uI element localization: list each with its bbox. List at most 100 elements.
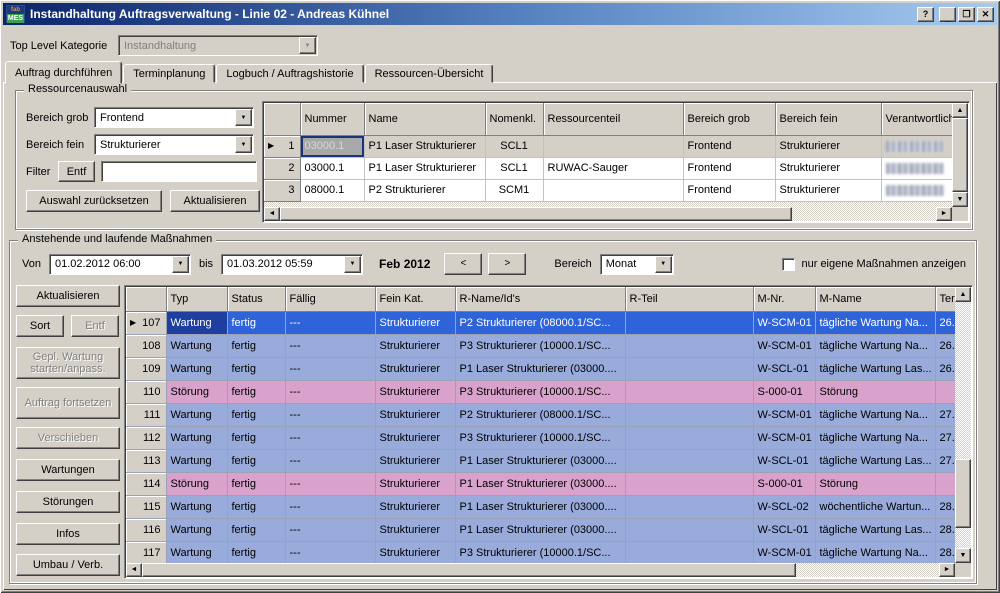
cell-r-name[interactable]: P1 Laser Strukturierer (03000.... bbox=[455, 472, 625, 495]
col-bereich-grob[interactable]: Bereich grob bbox=[683, 103, 775, 135]
cell-faellig[interactable]: --- bbox=[285, 449, 375, 472]
chevron-down-icon[interactable]: ▼ bbox=[235, 109, 252, 126]
cell-faellig[interactable]: --- bbox=[285, 541, 375, 563]
wartungen-button[interactable]: Wartungen bbox=[16, 459, 120, 481]
row-header[interactable]: 109 bbox=[126, 357, 166, 380]
cell-m-name[interactable]: tägliche Wartung Las... bbox=[815, 357, 935, 380]
cell-typ[interactable]: Störung bbox=[166, 380, 227, 403]
cell-status[interactable]: fertig bbox=[227, 311, 285, 334]
cell-typ[interactable]: Wartung bbox=[166, 449, 227, 472]
cell-faellig[interactable]: --- bbox=[285, 357, 375, 380]
row-header[interactable]: 115 bbox=[126, 495, 166, 518]
cell-termin[interactable]: 28.0 bbox=[935, 495, 955, 518]
cell-r-name[interactable]: P1 Laser Strukturierer (03000.... bbox=[455, 495, 625, 518]
cell-m-nr[interactable]: W-SCL-01 bbox=[753, 449, 815, 472]
cell-faellig[interactable]: --- bbox=[285, 426, 375, 449]
cell-fein-kat[interactable]: Strukturierer bbox=[375, 472, 455, 495]
cell-ressourcenteil[interactable]: RUWAC-Sauger bbox=[543, 157, 683, 179]
cell-ressourcenteil[interactable] bbox=[543, 135, 683, 157]
bereich-select[interactable]: Monat ▼ bbox=[600, 254, 674, 275]
table-row[interactable]: 108 Wartung fertig --- Strukturierer P3 … bbox=[126, 334, 955, 357]
umbau-verb-button[interactable]: Umbau / Verb. bbox=[16, 554, 120, 576]
tab[interactable]: Logbuch / Auftragshistorie bbox=[216, 64, 363, 83]
table-row[interactable]: 116 Wartung fertig --- Strukturierer P1 … bbox=[126, 518, 955, 541]
cell-r-teil[interactable] bbox=[625, 334, 753, 357]
col-verantwortlich[interactable]: Verantwortlich bbox=[881, 103, 952, 135]
minimize-button[interactable]: _ bbox=[939, 7, 956, 22]
cell-typ[interactable]: Wartung bbox=[166, 541, 227, 563]
cell-status[interactable]: fertig bbox=[227, 426, 285, 449]
tab[interactable]: Ressourcen-Übersicht bbox=[365, 64, 494, 83]
cell-fein-kat[interactable]: Strukturierer bbox=[375, 403, 455, 426]
cell-typ[interactable]: Wartung bbox=[166, 518, 227, 541]
table-row[interactable]: ▶1 03000.1 P1 Laser Strukturierer SCL1 F… bbox=[264, 135, 952, 157]
help-button[interactable]: ? bbox=[917, 7, 934, 22]
cell-termin[interactable]: 27.0 bbox=[935, 449, 955, 472]
horizontal-scrollbar[interactable]: ◄ ► bbox=[264, 207, 952, 221]
cell-bereich-grob[interactable]: Frontend bbox=[683, 179, 775, 201]
cell-m-nr[interactable]: W-SCM-01 bbox=[753, 311, 815, 334]
cell-m-nr[interactable]: W-SCL-01 bbox=[753, 518, 815, 541]
cell-ressourcenteil[interactable] bbox=[543, 179, 683, 201]
cell-m-name[interactable]: tägliche Wartung Na... bbox=[815, 334, 935, 357]
table-row[interactable]: 110 Störung fertig --- Strukturierer P3 … bbox=[126, 380, 955, 403]
row-header[interactable]: 112 bbox=[126, 426, 166, 449]
col-ressourcenteil[interactable]: Ressourcenteil bbox=[543, 103, 683, 135]
scroll-left-icon[interactable]: ◄ bbox=[126, 563, 142, 577]
cell-r-teil[interactable] bbox=[625, 380, 753, 403]
cell-m-nr[interactable]: W-SCM-01 bbox=[753, 403, 815, 426]
cell-r-name[interactable]: P2 Strukturierer (08000.1/SC... bbox=[455, 311, 625, 334]
cell-m-name[interactable]: tägliche Wartung Na... bbox=[815, 426, 935, 449]
scrollbar-track[interactable] bbox=[142, 563, 939, 577]
cell-nummer[interactable]: 08000.1 bbox=[300, 179, 364, 201]
cell-m-nr[interactable]: W-SCM-01 bbox=[753, 334, 815, 357]
vertical-scrollbar[interactable]: ▲ ▼ bbox=[952, 103, 968, 207]
stoerungen-button[interactable]: Störungen bbox=[16, 491, 120, 513]
cell-typ[interactable]: Störung bbox=[166, 472, 227, 495]
cell-name[interactable]: P1 Laser Strukturierer bbox=[364, 135, 485, 157]
row-header[interactable]: 113 bbox=[126, 449, 166, 472]
cell-r-teil[interactable] bbox=[625, 311, 753, 334]
cell-r-teil[interactable] bbox=[625, 449, 753, 472]
cell-status[interactable]: fertig bbox=[227, 495, 285, 518]
table-row[interactable]: 109 Wartung fertig --- Strukturierer P1 … bbox=[126, 357, 955, 380]
col-nomenkl[interactable]: Nomenkl. bbox=[485, 103, 543, 135]
cell-faellig[interactable]: --- bbox=[285, 334, 375, 357]
scroll-right-icon[interactable]: ► bbox=[939, 563, 955, 577]
cell-status[interactable]: fertig bbox=[227, 403, 285, 426]
cell-fein-kat[interactable]: Strukturierer bbox=[375, 357, 455, 380]
cell-fein-kat[interactable]: Strukturierer bbox=[375, 380, 455, 403]
col-bereich-fein[interactable]: Bereich fein bbox=[775, 103, 881, 135]
cell-name[interactable]: P1 Laser Strukturierer bbox=[364, 157, 485, 179]
row-header[interactable]: ▶107 bbox=[126, 311, 166, 334]
col-m-name[interactable]: M-Name bbox=[815, 287, 935, 311]
scroll-down-icon[interactable]: ▼ bbox=[955, 548, 971, 563]
cell-m-name[interactable]: tägliche Wartung Na... bbox=[815, 311, 935, 334]
col-faellig[interactable]: Fällig bbox=[285, 287, 375, 311]
cell-r-name[interactable]: P1 Laser Strukturierer (03000.... bbox=[455, 449, 625, 472]
auswahl-zuruecksetzen-button[interactable]: Auswahl zurücksetzen bbox=[26, 190, 162, 212]
scroll-up-icon[interactable]: ▲ bbox=[952, 103, 968, 118]
row-header[interactable]: ▶1 bbox=[264, 135, 300, 157]
vertical-scrollbar[interactable]: ▲ ▼ bbox=[955, 287, 971, 563]
scroll-up-icon[interactable]: ▲ bbox=[955, 287, 971, 302]
cell-m-nr[interactable]: S-000-01 bbox=[753, 380, 815, 403]
col-name[interactable]: Name bbox=[364, 103, 485, 135]
cell-fein-kat[interactable]: Strukturierer bbox=[375, 449, 455, 472]
row-header[interactable]: 110 bbox=[126, 380, 166, 403]
cell-m-nr[interactable]: W-SCL-02 bbox=[753, 495, 815, 518]
cell-m-nr[interactable]: W-SCM-01 bbox=[753, 541, 815, 563]
von-date-select[interactable]: 01.02.2012 06:00 ▼ bbox=[49, 254, 191, 275]
cell-verantwortlich[interactable] bbox=[881, 179, 952, 201]
cell-status[interactable]: fertig bbox=[227, 357, 285, 380]
cell-typ[interactable]: Wartung bbox=[166, 334, 227, 357]
row-header[interactable]: 2 bbox=[264, 157, 300, 179]
cell-m-nr[interactable]: S-000-01 bbox=[753, 472, 815, 495]
cell-m-name[interactable]: wöchentliche Wartun... bbox=[815, 495, 935, 518]
row-header[interactable]: 3 bbox=[264, 179, 300, 201]
cell-fein-kat[interactable]: Strukturierer bbox=[375, 541, 455, 563]
cell-status[interactable]: fertig bbox=[227, 380, 285, 403]
col-termin[interactable]: Termin bbox=[935, 287, 955, 311]
cell-faellig[interactable]: --- bbox=[285, 518, 375, 541]
col-typ[interactable]: Typ bbox=[166, 287, 227, 311]
